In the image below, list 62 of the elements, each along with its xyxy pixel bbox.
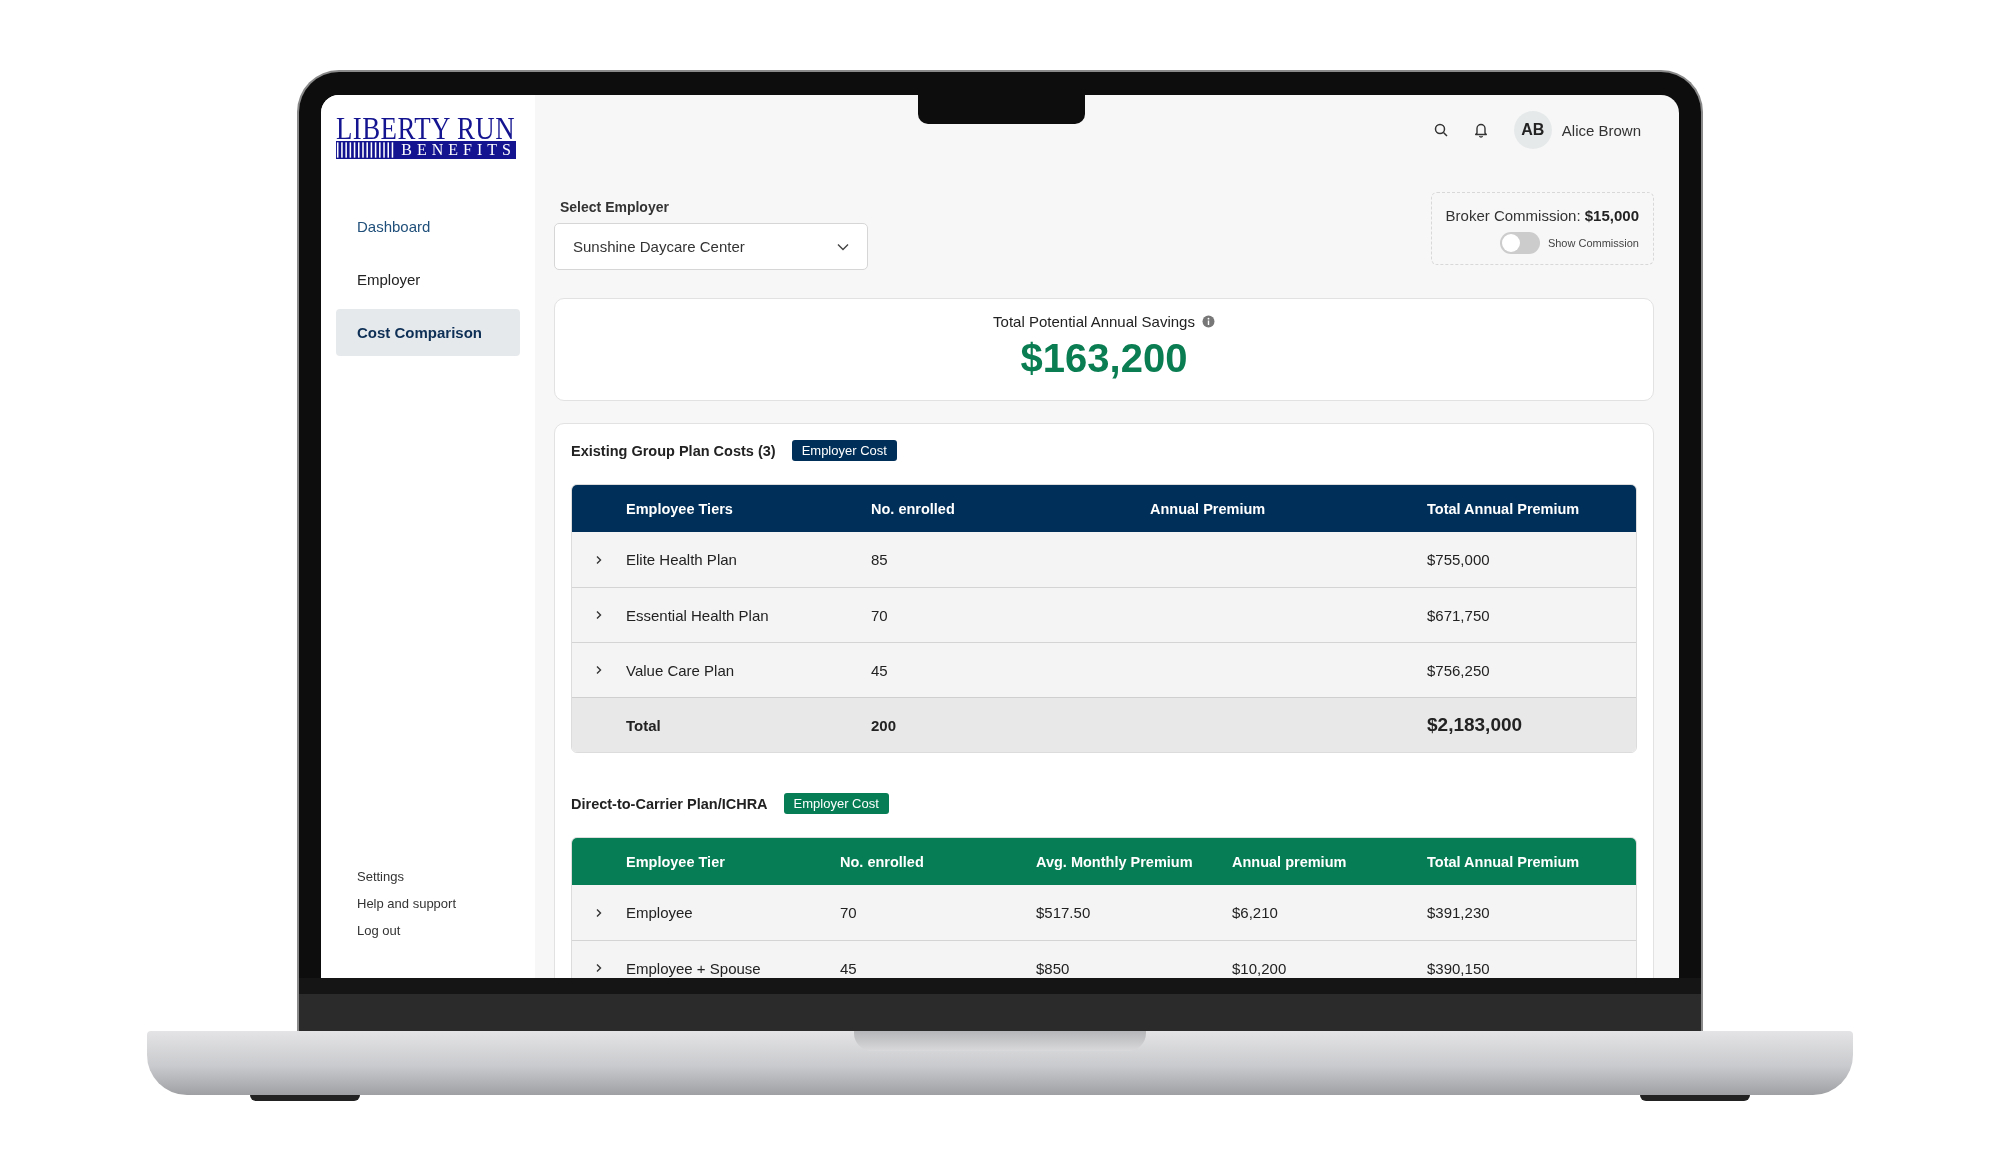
table-cell-text: Employee: [626, 904, 694, 921]
column-header: No. enrolled: [871, 500, 956, 517]
table-cell-text: $756,250: [1427, 661, 1491, 679]
column-header: Employee Tier: [626, 853, 726, 870]
table-cell-text: 70: [871, 606, 889, 624]
table-cell-text: $10,200: [1232, 959, 1288, 977]
column-header: Annual premium: [1232, 853, 1348, 870]
employer-dropdown[interactable]: Sunshine Daycare Center: [554, 223, 868, 270]
bell-icon[interactable]: [1473, 122, 1488, 138]
table-cell-text: Elite Health Plan: [626, 551, 738, 568]
chevron-right-icon[interactable]: [595, 907, 603, 918]
logo-text: LIBERTY RUN: [336, 115, 516, 141]
info-icon[interactable]: [1201, 315, 1215, 328]
sidebar-link[interactable]: Help and support: [357, 896, 520, 911]
sidebar-item[interactable]: Dashboard: [336, 203, 520, 250]
table-cell-text: $6,210: [1232, 904, 1279, 921]
table-cell-text: $671,750: [1427, 606, 1491, 624]
chevron-right-icon[interactable]: [595, 963, 603, 973]
total-cell-text: Total: [626, 716, 662, 734]
chevron-down-icon: [837, 242, 849, 251]
chevron-right-icon[interactable]: [595, 610, 603, 620]
search-icon[interactable]: [1433, 123, 1448, 137]
table-cell-text: $850: [1036, 959, 1071, 977]
table-cell-text: Employee + Spouse: [626, 959, 762, 977]
sidebar-item[interactable]: Cost Comparison: [336, 309, 520, 356]
total-cell-text: 200: [871, 716, 898, 734]
table-cell-text: $391,230: [1427, 904, 1491, 921]
table-cell-text: Essential Health Plan: [626, 606, 770, 624]
sidebar-item[interactable]: Employer: [336, 256, 520, 303]
sidebar-link[interactable]: Log out: [357, 923, 520, 938]
table-cell-text: 85: [871, 551, 889, 568]
chevron-right-icon[interactable]: [595, 665, 603, 675]
commission-toggle[interactable]: [1499, 232, 1540, 254]
table-cell-text: Value Care Plan: [626, 661, 736, 679]
table-cell-text: 45: [840, 959, 858, 977]
table-cell-text: 70: [840, 904, 858, 921]
column-header: Employee Tiers: [626, 500, 734, 517]
column-header: Total Annual Premium: [1427, 500, 1581, 517]
table-cell-text: $517.50: [1036, 904, 1092, 921]
savings-amount: $163,200: [1020, 336, 1188, 381]
field-label: Select Employer: [559, 199, 670, 215]
column-header: Avg. Monthly Premium: [1036, 853, 1194, 870]
table-cell-text: $755,000: [1427, 551, 1491, 568]
toggle-label: Show Commission: [1547, 237, 1639, 249]
total-cell-text: $2,183,000: [1427, 714, 1524, 736]
column-header: No. enrolled: [840, 853, 925, 870]
sidebar-link[interactable]: Settings: [357, 869, 520, 884]
commission-text: Broker Commission: $15,000: [1445, 207, 1639, 224]
column-header: Total Annual Premium: [1427, 853, 1581, 870]
chevron-right-icon[interactable]: [595, 554, 603, 565]
section-title: Direct-to-Carrier Plan/ICHRA: [571, 795, 768, 812]
table-cell-text: 45: [871, 661, 889, 679]
savings-label: Total Potential Annual Savings: [993, 313, 1195, 330]
user-name: Alice Brown: [1561, 121, 1641, 139]
column-header: Annual Premium: [1150, 500, 1267, 517]
cost-tag: Employer Cost: [783, 793, 889, 814]
stripes-icon: [336, 141, 396, 159]
logo-subtitle: BENEFITS: [401, 141, 516, 159]
cost-tag: Employer Cost: [791, 440, 897, 461]
avatar[interactable]: AB: [1513, 111, 1552, 149]
section-title: Existing Group Plan Costs (3): [571, 442, 776, 459]
table-cell-text: $390,150: [1427, 959, 1491, 977]
